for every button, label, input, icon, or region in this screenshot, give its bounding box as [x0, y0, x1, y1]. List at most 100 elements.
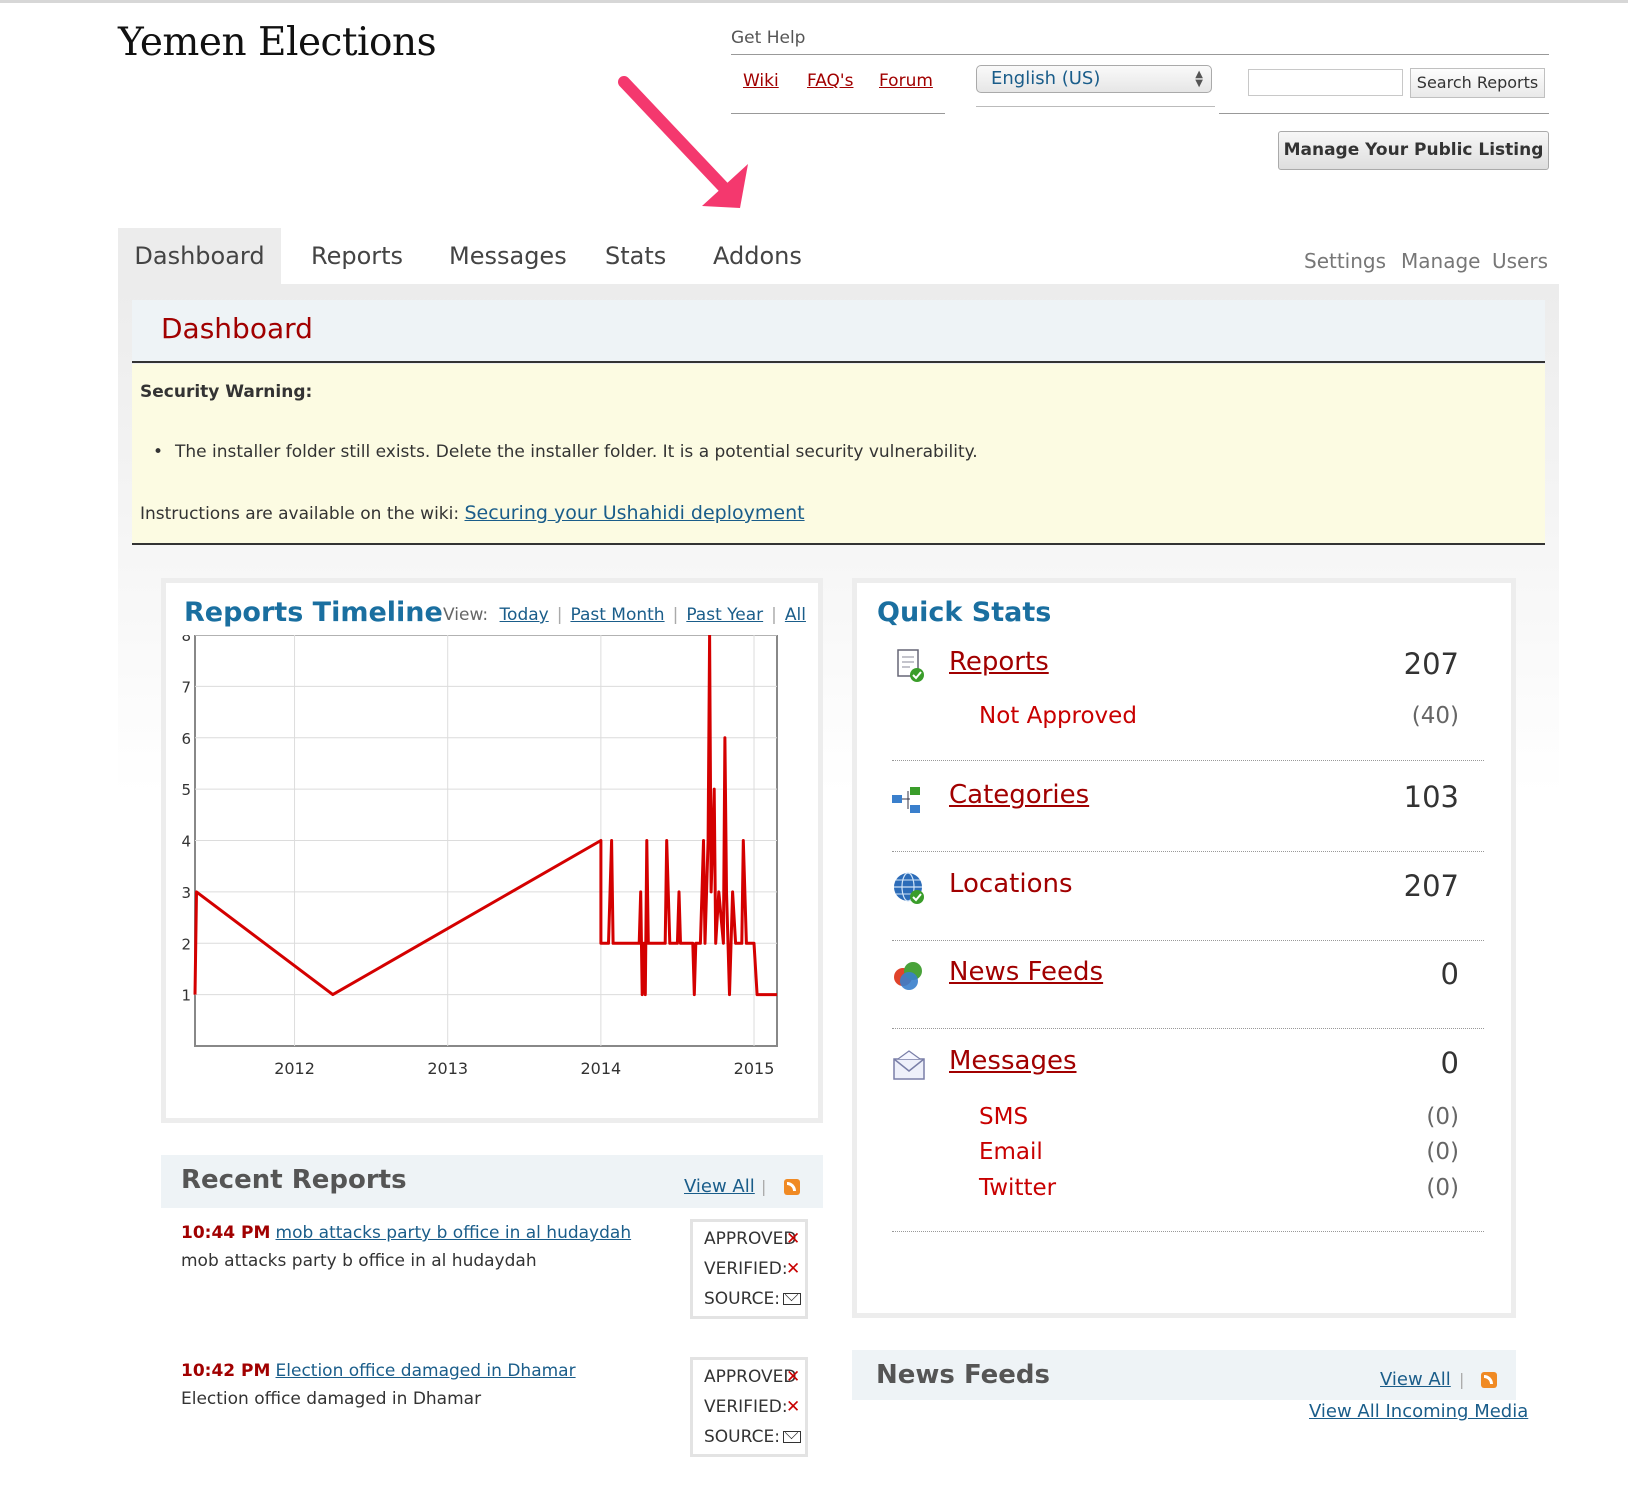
separator: |: [761, 1177, 767, 1196]
view-all-incoming-media-link[interactable]: View All Incoming Media: [1309, 1401, 1528, 1422]
stat-reports-link[interactable]: Reports: [949, 647, 1049, 677]
stat-categories-value: 103: [1403, 780, 1459, 814]
warning-instructions: Instructions are available on the wiki: …: [140, 502, 805, 524]
globe-icon: [894, 872, 924, 904]
y-tick-label: 8: [181, 635, 191, 645]
security-warning: Security Warning: The installer folder s…: [132, 364, 1545, 545]
subnav-settings[interactable]: Settings: [1304, 249, 1386, 273]
quick-stats-panel: Quick Stats Reports 207 Not Approved (40…: [852, 578, 1516, 1318]
stat-locations-label[interactable]: Locations: [949, 869, 1073, 899]
y-tick-label: 5: [181, 781, 191, 799]
not-verified-x-icon: ✕: [786, 1397, 801, 1417]
separator: |: [672, 605, 679, 625]
y-tick-label: 6: [181, 730, 191, 748]
report-item: 10:44 PM mob attacks party b office in a…: [181, 1223, 631, 1243]
y-tick-label: 1: [181, 987, 191, 1005]
stat-sms-label[interactable]: SMS: [979, 1104, 1028, 1130]
warning-title: Security Warning:: [140, 382, 313, 402]
source-label: SOURCE:: [704, 1427, 780, 1447]
stat-not-approved-label[interactable]: Not Approved: [979, 703, 1137, 729]
email-source-icon: [783, 1431, 801, 1443]
divider: [1219, 113, 1549, 114]
view-past-month-link[interactable]: Past Month: [570, 605, 664, 625]
news-feeds-icon: [894, 962, 922, 990]
tab-addons[interactable]: Addons: [691, 228, 824, 284]
y-tick-label: 3: [181, 884, 191, 902]
reports-timeline-panel: Reports Timeline View: Today | Past Month |…: [161, 578, 823, 1123]
email-source-icon: [783, 1293, 801, 1305]
site-title[interactable]: Yemen Elections: [118, 20, 437, 65]
approved-label: APPROVED: [704, 1229, 797, 1249]
stat-not-approved-value: (40): [1411, 703, 1459, 729]
report-description: mob attacks party b office in al hudayda…: [181, 1251, 537, 1271]
stat-twitter-label[interactable]: Twitter: [979, 1175, 1056, 1201]
quick-stats-title: Quick Stats: [877, 597, 1052, 628]
x-tick-label: 2012: [274, 1059, 315, 1078]
recent-reports-view-all-link[interactable]: View All: [684, 1176, 755, 1197]
y-tick-label: 7: [181, 678, 191, 696]
tab-dashboard[interactable]: Dashboard: [118, 228, 281, 284]
faq-link[interactable]: FAQ's: [807, 71, 853, 91]
stat-messages-value: 0: [1440, 1046, 1459, 1080]
manage-public-listing-button[interactable]: Manage Your Public Listing: [1278, 131, 1549, 170]
subnav-users[interactable]: Users: [1492, 249, 1548, 273]
view-past-year-link[interactable]: Past Year: [686, 605, 763, 625]
language-select-value: English (US): [991, 68, 1101, 89]
search-reports-button[interactable]: Search Reports: [1410, 68, 1545, 98]
subnav-manage[interactable]: Manage: [1401, 249, 1480, 273]
tab-messages[interactable]: Messages: [427, 228, 589, 284]
verified-label: VERIFIED:: [704, 1259, 788, 1279]
source-label: SOURCE:: [704, 1289, 780, 1309]
news-feeds-view-all-link[interactable]: View All: [1380, 1369, 1451, 1390]
rss-icon[interactable]: [1481, 1372, 1497, 1388]
report-time: 10:42 PM: [181, 1361, 271, 1381]
timeline-title: Reports Timeline: [184, 597, 443, 628]
stat-categories-link[interactable]: Categories: [949, 780, 1089, 810]
categories-icon: [892, 787, 920, 813]
x-tick-label: 2014: [581, 1059, 622, 1078]
report-title-link[interactable]: Election office damaged in Dhamar: [276, 1361, 576, 1381]
separator: |: [1459, 1370, 1465, 1389]
language-select[interactable]: English (US) ▲ ▼: [976, 65, 1212, 93]
view-all-link[interactable]: All: [785, 605, 806, 625]
news-feeds-title: News Feeds: [876, 1360, 1051, 1390]
stat-email-value: (0): [1426, 1139, 1459, 1165]
divider: [892, 760, 1484, 761]
warning-message: The installer folder still exists. Delet…: [153, 442, 978, 462]
top-border: [0, 0, 1628, 3]
page-header: Dashboard: [132, 300, 1545, 363]
view-label: View:: [443, 605, 489, 625]
report-status-box: APPROVED ✕ VERIFIED: ✕ SOURCE:: [690, 1219, 808, 1319]
divider: [892, 940, 1484, 941]
stat-news-feeds-link[interactable]: News Feeds: [949, 957, 1103, 987]
tab-reports[interactable]: Reports: [289, 228, 425, 284]
separator: |: [771, 605, 777, 625]
forum-link[interactable]: Forum: [879, 71, 933, 91]
y-tick-label: 4: [181, 833, 191, 851]
report-item: 10:42 PM Election office damaged in Dham…: [181, 1361, 576, 1381]
stat-email-label[interactable]: Email: [979, 1139, 1043, 1165]
approved-label: APPROVED: [704, 1367, 797, 1387]
view-today-link[interactable]: Today: [500, 605, 549, 625]
timeline-chart[interactable]: 1 2 3 4 5 6 7 8 2012 2013 2014 2015: [171, 635, 811, 1085]
news-feeds-header: News Feeds View All |: [852, 1350, 1516, 1400]
search-input[interactable]: [1248, 69, 1403, 96]
x-tick-label: 2013: [427, 1059, 468, 1078]
report-title-link[interactable]: mob attacks party b office in al hudayda…: [276, 1223, 632, 1243]
stat-messages-link[interactable]: Messages: [949, 1046, 1077, 1076]
instructions-text: Instructions are available on the wiki:: [140, 504, 465, 524]
rss-icon[interactable]: [784, 1179, 800, 1195]
tab-stats[interactable]: Stats: [583, 228, 688, 284]
report-time: 10:44 PM: [181, 1223, 271, 1243]
stat-sms-value: (0): [1426, 1104, 1459, 1130]
recent-reports-header: Recent Reports View All |: [161, 1155, 823, 1208]
stat-twitter-value: (0): [1426, 1175, 1459, 1201]
get-help-label: Get Help: [731, 28, 806, 48]
not-verified-x-icon: ✕: [786, 1259, 801, 1279]
report-description: Election office damaged in Dhamar: [181, 1389, 482, 1409]
stat-locations-value: 207: [1403, 869, 1459, 903]
timeline-view-options: View: Today | Past Month | Past Year | All: [443, 605, 806, 625]
annotation-arrow-icon: [618, 76, 748, 208]
not-approved-x-icon: ✕: [786, 1229, 801, 1249]
securing-deployment-link[interactable]: Securing your Ushahidi deployment: [465, 502, 805, 524]
